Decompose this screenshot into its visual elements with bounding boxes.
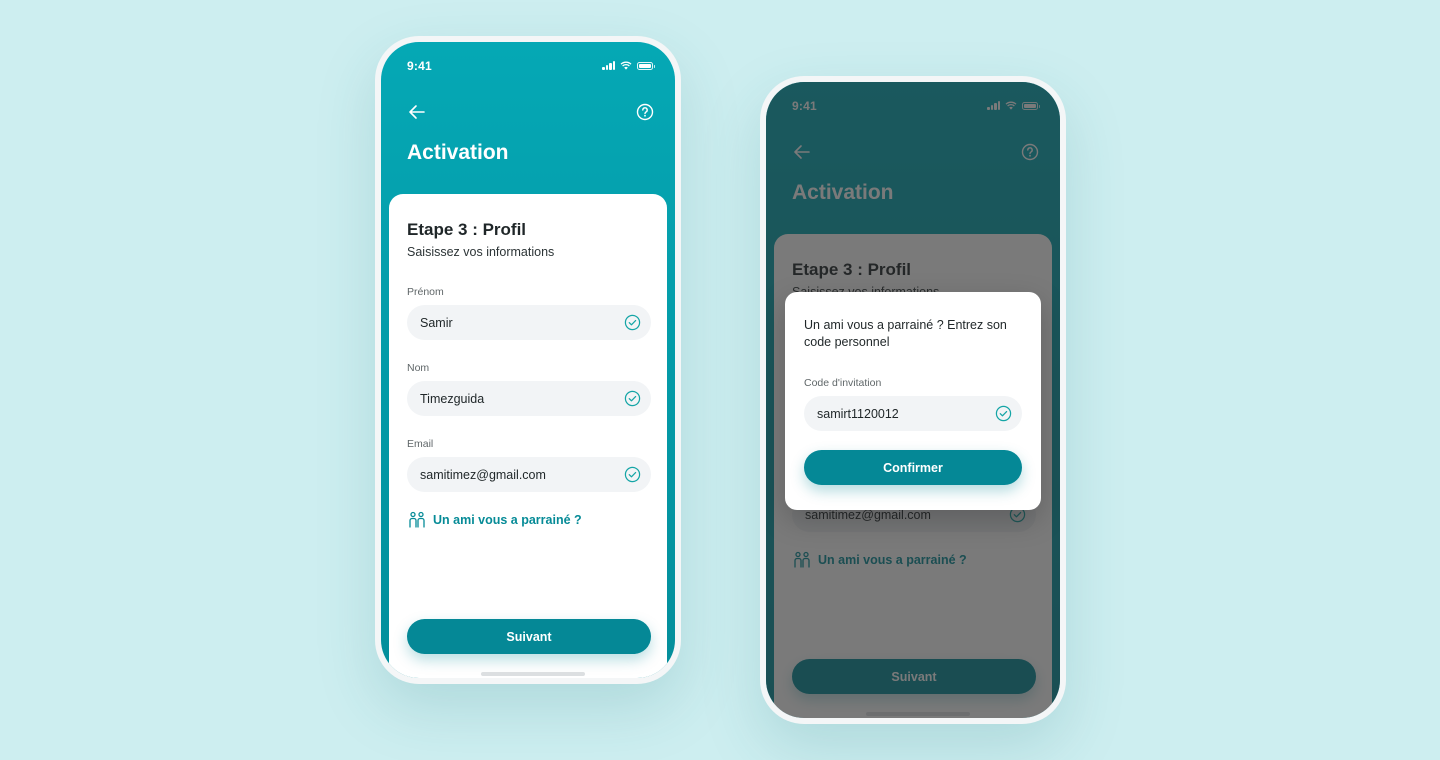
- page-title: Activation: [407, 141, 509, 164]
- phone-frame-profile: 9:41 Activation Etape 3 : Profil Saisiss…: [375, 36, 681, 684]
- profile-card: Etape 3 : Profil Saisissez vos informati…: [389, 194, 667, 678]
- status-time: 9:41: [407, 59, 432, 73]
- referral-link-label: Un ami vous a parrainé ?: [433, 513, 582, 527]
- last-name-label: Nom: [407, 362, 430, 374]
- check-circle-icon: [624, 314, 641, 331]
- check-circle-icon: [624, 390, 641, 407]
- back-arrow-icon[interactable]: [405, 100, 429, 124]
- wifi-icon: [620, 61, 632, 70]
- email-field[interactable]: samitimez@gmail.com: [407, 457, 651, 492]
- invitation-code-value: samirt1120012: [817, 407, 899, 421]
- invitation-code-field[interactable]: samirt1120012: [804, 396, 1022, 431]
- cellular-signal-icon: [602, 61, 615, 70]
- check-circle-icon: [624, 466, 641, 483]
- modal-message: Un ami vous a parrainé ? Entrez son code…: [804, 318, 1007, 349]
- status-bar: 9:41: [381, 42, 675, 82]
- phone-screen: 9:41 Activation Etape 3 : Profil Saisiss…: [381, 42, 675, 678]
- check-circle-icon: [995, 405, 1012, 422]
- people-icon: [409, 511, 425, 528]
- home-indicator: [481, 672, 585, 676]
- step-subtitle: Saisissez vos informations: [407, 245, 555, 259]
- confirm-button[interactable]: Confirmer: [804, 450, 1022, 485]
- last-name-value: Timezguida: [420, 392, 485, 406]
- referral-code-modal: Un ami vous a parrainé ? Entrez son code…: [785, 292, 1041, 510]
- next-button[interactable]: Suivant: [407, 619, 651, 654]
- email-value: samitimez@gmail.com: [420, 468, 546, 482]
- invitation-code-label: Code d'invitation: [804, 377, 882, 389]
- first-name-field[interactable]: Samir: [407, 305, 651, 340]
- battery-icon: [637, 61, 655, 70]
- help-icon[interactable]: [633, 100, 657, 124]
- first-name-value: Samir: [420, 316, 453, 330]
- referral-link[interactable]: Un ami vous a parrainé ?: [407, 510, 582, 530]
- phone-frame-referral-modal: 9:41 Activation Etape 3 : Profil Saisiss…: [760, 76, 1066, 724]
- last-name-field[interactable]: Timezguida: [407, 381, 651, 416]
- step-title: Etape 3 : Profil: [407, 220, 527, 239]
- email-label: Email: [407, 438, 434, 450]
- first-name-label: Prénom: [407, 286, 444, 298]
- phone-screen: 9:41 Activation Etape 3 : Profil Saisiss…: [766, 82, 1060, 718]
